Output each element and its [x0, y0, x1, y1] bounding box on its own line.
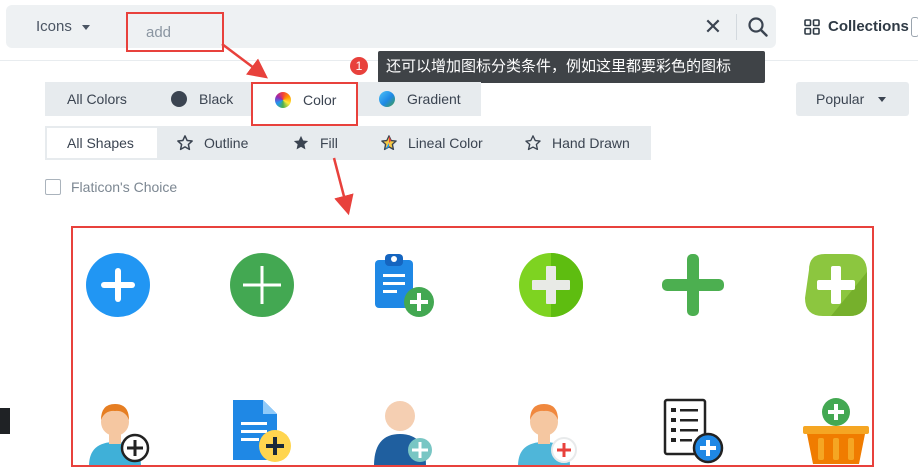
filter-gradient-label: Gradient — [407, 91, 461, 107]
filter-outline-label: Outline — [204, 135, 249, 151]
user-headset-add-icon[interactable] — [85, 396, 155, 466]
user-add-icon[interactable] — [370, 396, 440, 466]
collections-label: Collections — [828, 18, 909, 35]
filter-all-colors-label: All Colors — [67, 91, 127, 107]
star-lineal-color-icon — [381, 134, 397, 150]
grid-icon — [804, 19, 820, 35]
checkbox-box — [45, 178, 61, 195]
green-rounded-square-add-icon[interactable] — [801, 250, 871, 320]
document-add-icon[interactable] — [227, 396, 297, 466]
resource-type-label: Icons — [36, 18, 72, 35]
chevron-down-icon — [81, 24, 90, 30]
filter-all-colors[interactable]: All Colors — [67, 82, 127, 116]
black-swatch-icon — [171, 91, 187, 108]
filter-black-label: Black — [199, 91, 234, 107]
filter-hand-drawn[interactable]: Hand Drawn — [524, 126, 630, 160]
filter-color-label: Color — [303, 92, 337, 108]
resource-type-select[interactable]: Icons — [36, 5, 90, 48]
results-grid — [71, 226, 874, 467]
green-plus-icon[interactable] — [658, 250, 728, 320]
rainbow-swatch-icon — [275, 92, 291, 109]
chevron-down-icon — [878, 97, 886, 102]
filter-all-shapes-label: All Shapes — [67, 135, 134, 151]
collections-button[interactable]: Collections — [804, 15, 909, 39]
sort-label: Popular — [816, 91, 865, 107]
search-divider — [736, 14, 737, 40]
lime-circle-add-icon[interactable] — [516, 250, 586, 320]
gradient-swatch-icon — [379, 91, 395, 108]
filter-hand-drawn-label: Hand Drawn — [552, 135, 630, 151]
filter-fill-label: Fill — [320, 135, 338, 151]
sort-select[interactable]: Popular — [796, 82, 909, 116]
filter-lineal-color[interactable]: Lineal Color — [380, 126, 483, 160]
flaticon-choice-label: Flaticon's Choice — [71, 179, 178, 195]
filter-outline[interactable]: Outline — [176, 126, 248, 160]
filter-lineal-color-label: Lineal Color — [408, 135, 483, 151]
clear-search-icon[interactable]: ✕ — [698, 5, 728, 48]
side-tab[interactable] — [0, 408, 10, 434]
green-circle-add-icon[interactable] — [227, 250, 297, 320]
search-icon[interactable] — [746, 15, 770, 39]
filter-all-shapes[interactable]: All Shapes — [67, 126, 134, 160]
panel-toggle-icon[interactable] — [911, 17, 918, 37]
user-add-red-icon[interactable] — [514, 396, 584, 466]
search-bar: Icons ✕ — [6, 5, 776, 52]
checklist-add-icon[interactable] — [659, 396, 729, 466]
filter-color[interactable]: Color — [251, 82, 358, 126]
annotation-tooltip: 还可以增加图标分类条件，例如这里都要彩色的图标 — [378, 51, 765, 83]
filter-black[interactable]: Black — [171, 82, 233, 116]
blue-circle-add-icon[interactable] — [83, 250, 153, 320]
clipboard-add-icon[interactable] — [367, 250, 437, 320]
annotation-badge: 1 — [350, 57, 368, 75]
flaticon-choice-checkbox[interactable]: Flaticon's Choice — [45, 178, 177, 196]
basket-add-icon[interactable] — [801, 396, 871, 466]
filter-fill[interactable]: Fill — [292, 126, 338, 160]
star-hand-drawn-icon — [525, 134, 541, 150]
filter-gradient[interactable]: Gradient — [379, 82, 461, 116]
search-input[interactable] — [126, 12, 224, 52]
star-outline-icon — [177, 134, 193, 150]
star-fill-icon — [293, 135, 309, 150]
filter-color-content: Color — [275, 84, 336, 124]
